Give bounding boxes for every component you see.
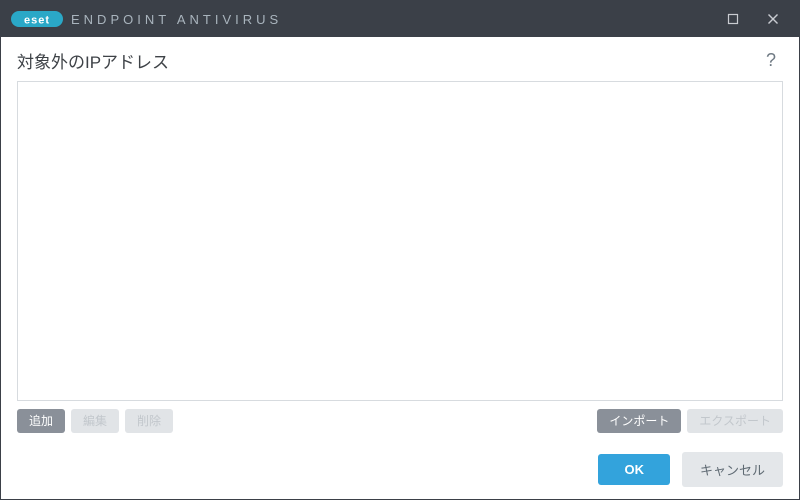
content-area: 追加 編集 削除 インポート エクスポート: [1, 81, 799, 439]
list-toolbar: 追加 編集 削除 インポート エクスポート: [17, 401, 783, 439]
close-button[interactable]: [753, 1, 793, 37]
add-button[interactable]: 追加: [17, 409, 65, 433]
product-name: ENDPOINT ANTIVIRUS: [71, 12, 282, 27]
cancel-button[interactable]: キャンセル: [682, 452, 783, 487]
ok-button[interactable]: OK: [598, 454, 670, 485]
ip-exclusion-list[interactable]: [17, 81, 783, 401]
svg-text:eset: eset: [24, 15, 50, 27]
help-icon[interactable]: ?: [759, 48, 783, 72]
titlebar: eset ENDPOINT ANTIVIRUS: [1, 1, 799, 37]
export-button: エクスポート: [687, 409, 783, 433]
delete-button: 削除: [125, 409, 173, 433]
page-title: 対象外のIPアドレス: [17, 48, 169, 73]
edit-button: 編集: [71, 409, 119, 433]
brand-logo: eset: [11, 9, 63, 29]
maximize-button[interactable]: [713, 1, 753, 37]
import-button[interactable]: インポート: [597, 409, 681, 433]
dialog-window: eset ENDPOINT ANTIVIRUS 対象外のIPアドレス ? 追加 …: [0, 0, 800, 500]
window-controls: [713, 1, 793, 37]
subheader: 対象外のIPアドレス ?: [1, 37, 799, 81]
dialog-footer: OK キャンセル: [1, 439, 799, 499]
